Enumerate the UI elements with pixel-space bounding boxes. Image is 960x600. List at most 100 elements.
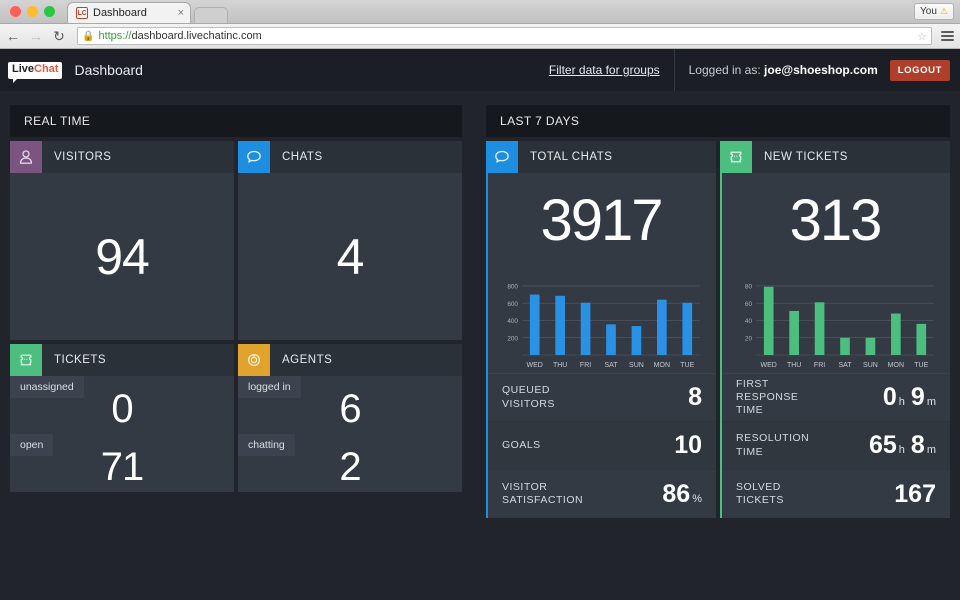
hamburger-menu-icon[interactable] [941,31,954,41]
tab-title: Dashboard [93,7,172,19]
agents-chatting-count: 2 [339,447,360,487]
tickets-open-row: open 71 [10,434,234,492]
tile-agents[interactable]: AGENTS logged in 6 chatting 2 [238,344,462,492]
agent-badge-icon [238,344,270,376]
svg-text:MON: MON [654,362,670,369]
browser-tab[interactable]: LC Dashboard × [67,2,191,23]
tickets-unassigned-label: unassigned [10,376,84,398]
metric-first-response-time-label: FIRSTRESPONSETIME [736,378,798,417]
total-chats-label: TOTAL CHATS [530,151,612,163]
svg-text:80: 80 [745,284,753,291]
metric-goals: GOALS 10 [486,422,716,470]
profile-button[interactable]: You ⚠ [914,3,954,20]
tile-tickets[interactable]: TICKETS unassigned 0 open 71 [10,344,234,492]
svg-text:THU: THU [553,362,567,369]
ticket-icon [720,141,752,173]
rt-hours-unit: h [899,444,905,456]
satisfaction-number: 86 [662,480,690,509]
url-text: https://dashboard.livechatinc.com [98,30,261,42]
total-chats-header: TOTAL CHATS [486,141,716,173]
app-header: LiveChat Dashboard Filter data for group… [0,49,960,91]
logo-live-text: Live [12,63,34,75]
frt-hours: 0 [883,383,897,412]
svg-text:MON: MON [888,362,904,369]
svg-text:200: 200 [507,335,518,342]
agents-loggedin-row: logged in 6 [238,376,462,434]
url-host: dashboard.livechatinc.com [131,30,261,42]
metric-queued-visitors-value: 8 [688,383,702,412]
chat-bubble-icon [238,141,270,173]
browser-window: LC Dashboard × You ⚠ ← → ↻ 🔒 https://das… [0,0,960,600]
metric-resolution-time-value: 65h8m [869,431,936,460]
tile-chats-body: 4 [238,173,462,340]
agents-chatting-row: chatting 2 [238,434,462,492]
metric-solved-tickets: SOLVEDTICKETS 167 [720,470,950,518]
total-chats-value: 3917 [486,173,716,267]
logged-in-user: joe@shoeshop.com [764,63,878,77]
dashboard-grid: REAL TIME VISITORS 94 [0,91,960,518]
url-scheme: https:// [98,30,131,42]
svg-text:SUN: SUN [629,362,644,369]
metric-visitor-satisfaction: VISITORSATISFACTION 86% [486,470,716,518]
metric-solved-tickets-value: 167 [894,480,936,509]
visitors-count: 94 [95,232,149,282]
new-tickets-metrics: FIRSTRESPONSETIME 0h9m RESOLUTIONTIME 65… [720,373,950,518]
metric-visitor-satisfaction-value: 86% [662,480,702,509]
warning-triangle-icon: ⚠ [940,6,948,17]
tickets-open-label: open [10,434,53,456]
logged-in-prefix: Logged in as: [689,63,761,77]
realtime-tiles: VISITORS 94 CHATS [10,141,462,492]
logout-button[interactable]: LOGOUT [890,60,950,81]
chats-count: 4 [337,232,364,282]
chat-bubble-icon [486,141,518,173]
metric-goals-value: 10 [674,431,702,460]
total-chats-metrics: QUEUEDVISITORS 8 GOALS 10 VISITORSATISFA… [486,373,716,518]
new-tab-button[interactable] [194,7,228,23]
svg-text:600: 600 [507,301,518,308]
tile-tickets-header: TICKETS [10,344,234,376]
app-header-right: Filter data for groups Logged in as: joe… [549,49,950,91]
metric-goals-label: GOALS [502,439,541,452]
reload-icon[interactable]: ↻ [52,29,66,43]
svg-text:FRI: FRI [580,362,591,369]
window-traffic-lights [8,0,63,23]
tile-visitors[interactable]: VISITORS 94 [10,141,234,340]
frt-minutes-unit: m [927,396,936,408]
close-icon[interactable]: × [172,7,184,19]
new-tickets-value: 313 [720,173,950,267]
svg-text:THU: THU [787,362,801,369]
svg-text:800: 800 [507,284,518,291]
metric-queued-visitors-label: QUEUEDVISITORS [502,384,555,410]
svg-text:SUN: SUN [863,362,878,369]
frt-hours-unit: h [899,396,905,408]
tile-visitors-header: VISITORS [10,141,234,173]
close-window-button[interactable] [10,6,21,17]
maximize-window-button[interactable] [44,6,55,17]
svg-text:400: 400 [507,318,518,325]
star-icon[interactable]: ☆ [917,30,927,43]
rt-minutes: 8 [911,431,925,460]
total-chats-bar-chart: 200400600800WEDTHUFRISATSUNMONTUE [496,273,706,373]
column-new-tickets: NEW TICKETS 313 20406080WEDTHUFRISATSUNM… [720,141,950,518]
livechat-dashboard-app: LiveChat Dashboard Filter data for group… [0,49,960,600]
address-bar[interactable]: 🔒 https://dashboard.livechatinc.com ☆ [77,27,932,45]
browser-navbar: ← → ↻ 🔒 https://dashboard.livechatinc.co… [0,24,960,49]
ticket-icon [10,344,42,376]
forward-icon[interactable]: → [29,29,43,43]
back-icon[interactable]: ← [6,29,20,43]
svg-text:WED: WED [761,362,777,369]
svg-text:20: 20 [745,335,753,342]
logo-chat-text: Chat [34,63,58,75]
tile-chats-header: CHATS [238,141,462,173]
rt-hours: 65 [869,431,897,460]
minimize-window-button[interactable] [27,6,38,17]
tile-chats[interactable]: CHATS 4 [238,141,462,340]
logged-in-status: Logged in as: joe@shoeshop.com [675,63,878,77]
filter-data-for-groups-link[interactable]: Filter data for groups [549,49,675,91]
new-tickets-bar-chart: 20406080WEDTHUFRISATSUNMONTUE [730,273,940,373]
satisfaction-unit: % [692,493,702,505]
metric-solved-tickets-label: SOLVEDTICKETS [736,481,784,507]
svg-text:WED: WED [527,362,543,369]
tile-tickets-label: TICKETS [54,354,106,366]
frt-minutes: 9 [911,383,925,412]
